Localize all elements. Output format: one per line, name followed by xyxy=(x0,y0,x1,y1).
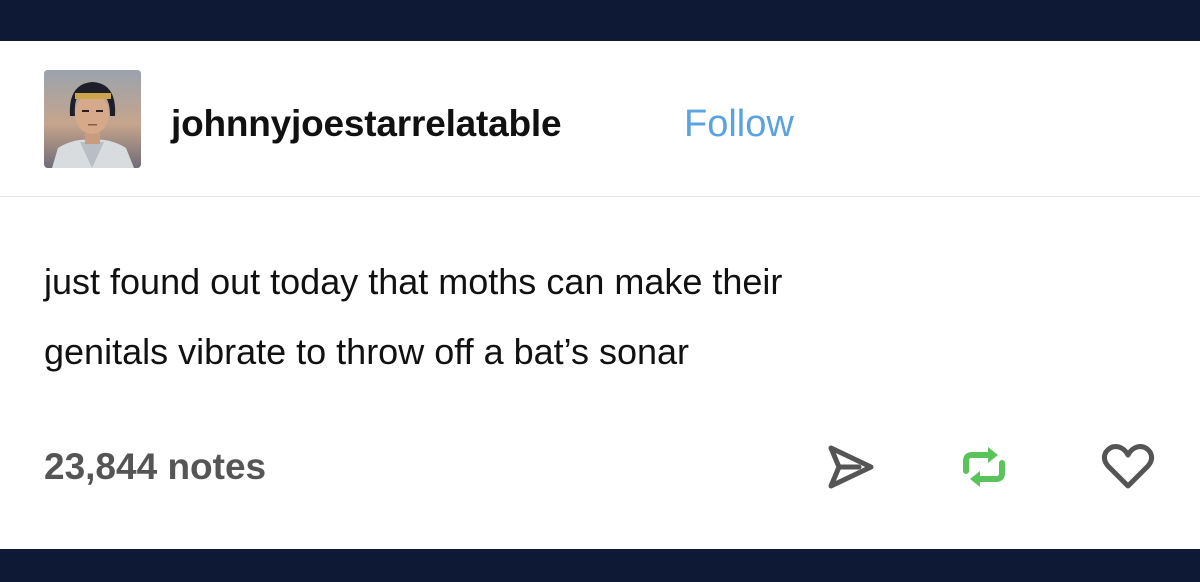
post-text-line: genitals vibrate to throw off a bat’s so… xyxy=(44,331,690,372)
avatar-image xyxy=(44,70,141,168)
follow-button[interactable]: Follow xyxy=(684,100,794,148)
post-username[interactable]: johnnyjoestarrelatable xyxy=(171,100,562,148)
post-card: johnnyjoestarrelatable Follow just found… xyxy=(0,41,1200,549)
reblog-button[interactable] xyxy=(954,439,1014,495)
share-button[interactable] xyxy=(820,439,880,495)
notes-count[interactable]: 23,844 notes xyxy=(44,443,266,491)
post-text-line: just found out today that moths can make… xyxy=(44,261,783,302)
bottom-frame-bar xyxy=(0,549,1200,582)
top-frame-bar xyxy=(0,0,1200,41)
share-icon xyxy=(828,445,874,489)
post-text: just found out today that moths can make… xyxy=(44,247,1144,387)
heart-icon xyxy=(1101,444,1155,489)
reblog-icon xyxy=(963,447,1005,487)
avatar[interactable] xyxy=(44,70,141,168)
post-header: johnnyjoestarrelatable Follow xyxy=(0,41,1200,197)
like-button[interactable] xyxy=(1098,439,1158,495)
